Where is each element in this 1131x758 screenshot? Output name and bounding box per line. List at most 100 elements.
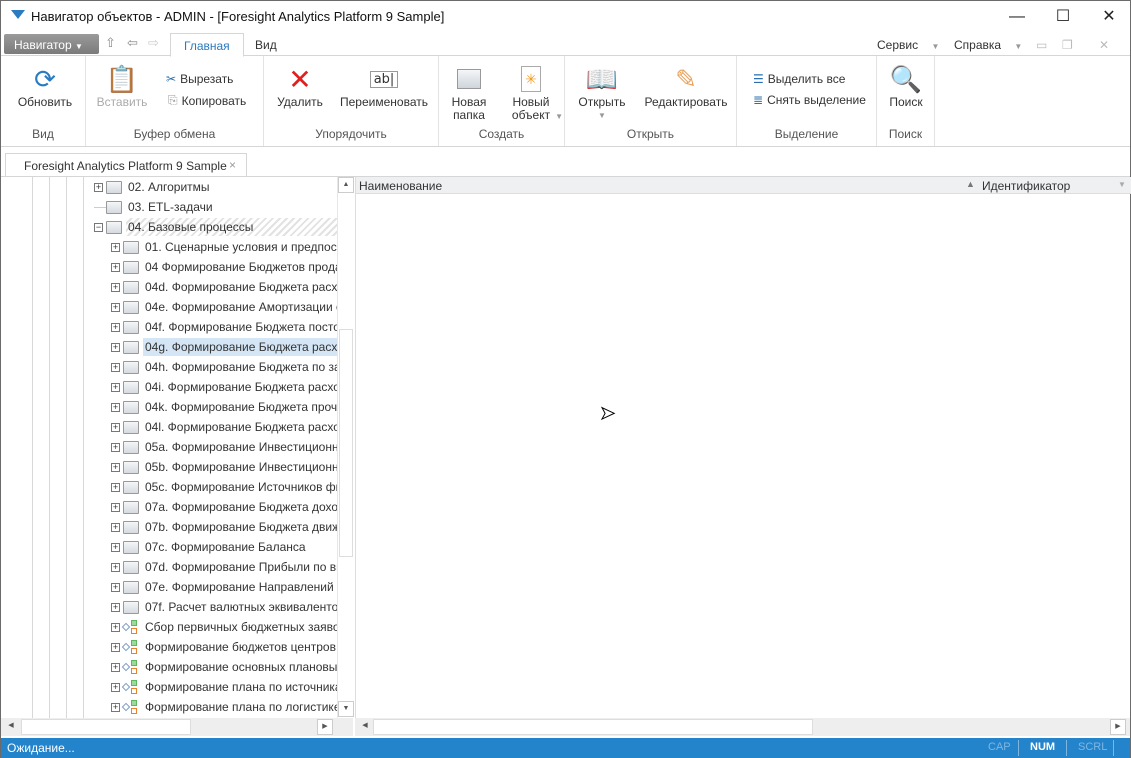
- tree-item[interactable]: 03. ETL-задачи: [94, 197, 353, 217]
- tree-item[interactable]: +04g. Формирование Бюджета расходов: [111, 337, 353, 357]
- service-menu[interactable]: Сервис ▼: [877, 38, 939, 52]
- mdi-minimize-icon[interactable]: ▭: [1036, 38, 1047, 52]
- expand-icon[interactable]: +: [111, 282, 120, 292]
- column-header-id[interactable]: Идентификатор: [982, 179, 1070, 193]
- expand-icon[interactable]: +: [111, 602, 120, 612]
- scroll-right-button[interactable]: ▶: [317, 719, 333, 735]
- new-folder-button[interactable]: Новая папка: [447, 62, 491, 122]
- scroll-left-button[interactable]: ◀: [357, 719, 373, 735]
- expand-icon[interactable]: +: [111, 262, 120, 272]
- close-button[interactable]: ✕: [1086, 1, 1131, 32]
- object-list[interactable]: Наименование ▲ Идентификатор ▼ ➤: [355, 177, 1131, 718]
- expand-icon[interactable]: +: [111, 362, 120, 372]
- tree-item[interactable]: +04h. Формирование Бюджета по закупкам: [111, 357, 353, 377]
- object-tree[interactable]: +02. Алгоритмы 03. ETL-задачи − 04. Базовые…: [1, 177, 353, 718]
- scroll-thumb[interactable]: [339, 329, 353, 557]
- tree-item[interactable]: +05c. Формирование Источников финансиров…: [111, 477, 353, 497]
- expand-icon[interactable]: +: [111, 582, 120, 592]
- tree-vertical-scrollbar[interactable]: ▲ ▼: [337, 177, 354, 718]
- expand-icon[interactable]: +: [111, 702, 120, 712]
- scroll-down-button[interactable]: ▼: [338, 701, 354, 717]
- expand-icon[interactable]: +: [111, 242, 120, 252]
- tree-item[interactable]: +02. Алгоритмы: [94, 177, 353, 197]
- tree-item[interactable]: +01. Сценарные условия и предпосылки: [111, 237, 353, 257]
- expand-icon[interactable]: +: [111, 442, 120, 452]
- expand-icon[interactable]: +: [111, 342, 120, 352]
- refresh-button[interactable]: ⟳ Обновить: [13, 62, 77, 109]
- tree-item[interactable]: + Формирование плана по логистике: [111, 697, 353, 717]
- search-button[interactable]: 🔍 Поиск: [883, 62, 929, 109]
- scroll-up-button[interactable]: ▲: [338, 177, 354, 193]
- tree-item[interactable]: +04e. Формирование Амортизации основных: [111, 297, 353, 317]
- scroll-thumb[interactable]: [21, 719, 191, 735]
- scroll-thumb[interactable]: [373, 719, 813, 735]
- tree-item[interactable]: − 04. Базовые процессы: [94, 217, 353, 237]
- tree-item[interactable]: +07c. Формирование Баланса: [111, 537, 353, 557]
- copy-button[interactable]: ⎘ Копировать: [168, 93, 246, 108]
- tree-item[interactable]: + Формирование основных плановых: [111, 657, 353, 677]
- column-header-name[interactable]: Наименование: [359, 179, 442, 193]
- tree-item[interactable]: +05b. Формирование Инвестиционного: [111, 457, 353, 477]
- expand-icon[interactable]: +: [111, 662, 120, 672]
- tree-item[interactable]: +04d. Формирование Бюджета расходов: [111, 277, 353, 297]
- tree-item[interactable]: +07f. Расчет валютных эквивалентов: [111, 597, 353, 617]
- document-tab[interactable]: Foresight Analytics Platform 9 Sample ×: [5, 153, 247, 177]
- open-button[interactable]: 📖 Открыть ▼: [575, 62, 629, 122]
- tree-item[interactable]: +04l. Формирование Бюджета расходов: [111, 417, 353, 437]
- help-menu[interactable]: Справка ▼: [954, 38, 1022, 52]
- tree-item[interactable]: +04f. Формирование Бюджета постоянных: [111, 317, 353, 337]
- new-object-button[interactable]: ✳ Новый объект ▼: [505, 62, 563, 122]
- expand-icon[interactable]: +: [111, 382, 120, 392]
- tree-item[interactable]: +04k. Формирование Бюджета прочих: [111, 397, 353, 417]
- tree-item[interactable]: +07a. Формирование Бюджета доходов: [111, 497, 353, 517]
- tree-item[interactable]: +07b. Формирование Бюджета движения: [111, 517, 353, 537]
- close-tab-icon[interactable]: ×: [229, 158, 236, 172]
- mdi-restore-icon[interactable]: ❐: [1062, 38, 1073, 52]
- tree-horizontal-scrollbar[interactable]: ◀ ▶: [1, 718, 353, 736]
- scroll-left-button[interactable]: ◀: [3, 719, 19, 735]
- expand-icon[interactable]: +: [111, 642, 120, 652]
- edit-button[interactable]: ✎ Редактировать: [641, 62, 731, 109]
- expand-icon[interactable]: +: [111, 302, 120, 312]
- tree-item[interactable]: + Сбор первичных бюджетных заявок: [111, 617, 353, 637]
- list-horizontal-scrollbar[interactable]: ◀ ▶: [355, 718, 1130, 736]
- tree-item[interactable]: +04 Формирование Бюджетов продаж: [111, 257, 353, 277]
- expand-icon[interactable]: +: [111, 542, 120, 552]
- tree-item-label: 07e. Формирование Направлений и: [145, 580, 344, 594]
- expand-icon[interactable]: +: [111, 322, 120, 332]
- tree-item[interactable]: +07d. Формирование Прибыли по видам: [111, 557, 353, 577]
- collapse-icon[interactable]: −: [94, 222, 103, 232]
- expand-icon[interactable]: +: [111, 522, 120, 532]
- tree-item[interactable]: +07e. Формирование Направлений и: [111, 577, 353, 597]
- expand-icon[interactable]: +: [111, 502, 120, 512]
- scroll-right-button[interactable]: ▶: [1110, 719, 1126, 735]
- tab-home[interactable]: Главная: [170, 33, 244, 57]
- tab-view[interactable]: Вид: [242, 33, 290, 57]
- expand-icon[interactable]: +: [111, 682, 120, 692]
- expand-icon[interactable]: +: [111, 402, 120, 412]
- rename-button[interactable]: ab| Переименовать: [338, 62, 430, 109]
- paste-button[interactable]: 📋 Вставить: [94, 62, 150, 109]
- tree-item[interactable]: +04i. Формирование Бюджета расходов: [111, 377, 353, 397]
- column-menu-icon[interactable]: ▼: [1118, 180, 1126, 189]
- forward-icon[interactable]: ⇨: [148, 35, 159, 51]
- expand-icon[interactable]: +: [111, 422, 120, 432]
- navigator-dropdown[interactable]: Навигатор ▼: [4, 34, 99, 54]
- expand-icon[interactable]: +: [94, 182, 103, 192]
- tree-item[interactable]: +05a. Формирование Инвестиционного: [111, 437, 353, 457]
- delete-button[interactable]: ✕ Удалить: [272, 62, 328, 109]
- up-icon[interactable]: ⇧: [105, 35, 116, 51]
- expand-icon[interactable]: +: [111, 482, 120, 492]
- deselect-button[interactable]: ≣ Снять выделение: [753, 93, 866, 107]
- expand-icon[interactable]: +: [111, 622, 120, 632]
- cut-button[interactable]: ✂ Вырезать: [166, 72, 233, 86]
- tree-item[interactable]: + Формирование плана по источникам: [111, 677, 353, 697]
- expand-icon[interactable]: +: [111, 562, 120, 572]
- minimize-button[interactable]: —: [994, 1, 1040, 32]
- maximize-button[interactable]: ☐: [1040, 1, 1086, 32]
- select-all-button[interactable]: ☰ Выделить все: [753, 72, 845, 86]
- expand-icon[interactable]: +: [111, 462, 120, 472]
- tree-item[interactable]: + Формирование бюджетов центров ответстве…: [111, 637, 353, 657]
- back-icon[interactable]: ⇦: [127, 35, 138, 51]
- mdi-close-icon[interactable]: ✕: [1099, 38, 1109, 52]
